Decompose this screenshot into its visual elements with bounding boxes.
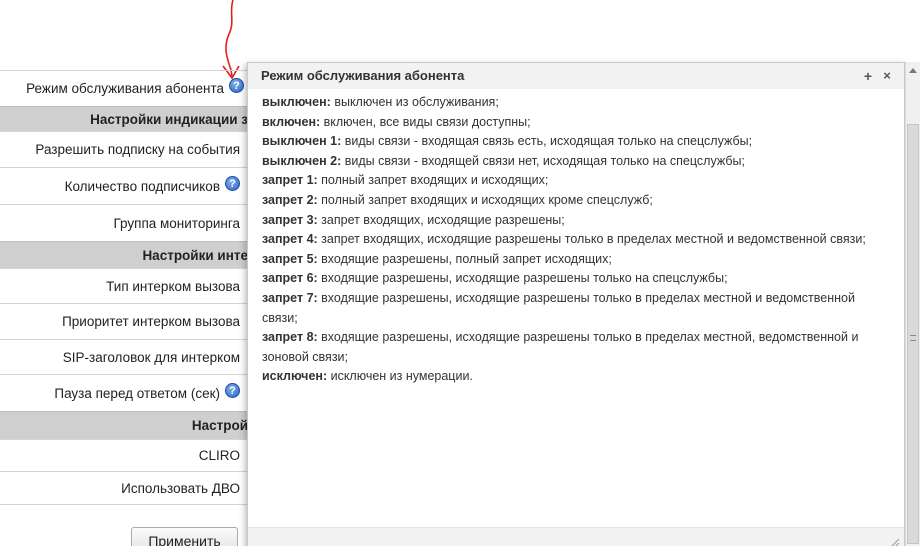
row-answer-pause: Пауза перед ответом (сек) ? [0,374,248,411]
entry-term: запрет 1: [262,173,318,188]
section-header-indication: Настройки индикации з [0,106,248,131]
help-entry: запрет 2: полный запрет входящих и исход… [262,191,892,211]
row-label: Пауза перед ответом (сек) [54,385,220,401]
entry-term: запрет 2: [262,192,318,207]
entry-term: запрет 5: [262,251,318,266]
help-icon[interactable]: ? [225,175,240,191]
scrollbar-grip-icon [910,335,916,341]
help-entry: выключен 1: виды связи - входящая связь … [262,132,892,152]
entry-text: выключен из обслуживания; [330,95,499,109]
entry-text: входящие разрешены, исходящие разрешены … [262,290,855,325]
entry-term: запрет 7: [262,290,318,305]
row-use-dvo: Использовать ДВО [0,471,248,505]
entry-text: полный запрет входящих и исходящих; [317,173,549,188]
row-label: CLIRO [198,448,240,463]
entry-term: включен: [262,114,321,129]
row-intercom-priority: Приоритет интерком вызова [0,303,248,339]
section-title: Настрой [191,418,248,433]
entry-text: запрет входящих, исходящие разрешены тол… [317,232,866,247]
row-label: Группа мониторинга [113,215,240,231]
entry-term: запрет 6: [262,271,318,286]
row-label: Приоритет интерком вызова [62,314,240,329]
entry-text: входящие разрешены, исходящие разрешены … [317,271,728,286]
entry-text: включен, все виды связи доступны; [320,114,531,129]
entry-text: полный запрет входящих и исходящих кроме… [317,192,653,207]
row-label: Количество подписчиков [64,178,220,194]
row-monitoring-group: Группа мониторинга [0,204,248,241]
entry-text: запрет входящих, исходящие разрешены; [317,212,565,227]
section-title: Настройки инте [142,247,248,263]
entry-term: выключен 2: [262,153,342,168]
entry-term: исключен: [262,369,328,384]
help-icon[interactable]: ? [229,78,244,93]
popup-body: выключен: выключен из обслуживания; вклю… [262,93,892,387]
section-header-settings: Настрой [0,411,248,439]
row-intercom-type: Тип интерком вызова [0,268,248,303]
help-icon[interactable]: ? [225,382,240,398]
entry-term: запрет 8: [262,330,318,345]
row-label: Тип интерком вызова [106,278,240,294]
help-entry: запрет 3: запрет входящих, исходящие раз… [262,211,892,231]
help-entry: исключен: исключен из нумерации. [262,367,892,387]
entry-text: виды связи - входящей связи нет, исходящ… [341,153,745,168]
help-entry: выключен: выключен из обслуживания; [262,93,892,113]
scrollbar-thumb[interactable] [907,124,919,544]
section-header-intercom: Настройки инте [0,241,248,268]
scroll-up-arrow-icon[interactable] [909,68,917,73]
row-intercom-sip-header: SIP-заголовок для интерком [0,339,248,374]
help-popup: Режим обслуживания абонента + × выключен… [247,62,905,546]
entry-text: входящие разрешены, исходящие разрешены … [262,330,859,364]
popup-footer [248,527,904,546]
help-entry: включен: включен, все виды связи доступн… [262,113,892,133]
close-button[interactable]: × [880,69,894,83]
entry-text: входящие разрешены, полный запрет исходя… [317,251,612,266]
row-subscriber-count: Количество подписчиков ? [0,167,248,204]
entry-term: запрет 3: [262,212,318,227]
entry-term: выключен: [262,95,331,109]
help-entry: запрет 8: входящие разрешены, исходящие … [262,328,892,367]
row-allow-subscription: Разрешить подписку на события [0,131,248,167]
entry-text: виды связи - входящая связь есть, исходя… [341,134,753,149]
row-cliro: CLIRO [0,439,248,471]
help-entry: запрет 1: полный запрет входящих и исход… [262,171,892,191]
help-entry: выключен 2: виды связи - входящей связи … [262,152,892,172]
section-title: Настройки индикации з [90,111,248,127]
row-label: Режим обслуживания абонента [26,81,224,96]
entry-term: запрет 4: [262,232,318,247]
entry-term: выключен 1: [262,134,342,149]
help-entry: запрет 6: входящие разрешены, исходящие … [262,269,892,289]
row-label: Разрешить подписку на события [35,142,240,157]
help-entry: запрет 5: входящие разрешены, полный зап… [262,250,892,270]
row-label: Использовать ДВО [121,480,240,496]
resize-grip-icon[interactable] [888,536,900,546]
popup-header[interactable]: Режим обслуживания абонента + × [248,63,904,89]
row-label: SIP-заголовок для интерком [62,349,240,365]
row-service-mode: Режим обслуживания абонента ? [0,70,248,106]
apply-button[interactable]: Применить [131,527,238,546]
help-entry: запрет 7: входящие разрешены, исходящие … [262,289,892,328]
maximize-button[interactable]: + [861,69,875,83]
entry-text: исключен из нумерации. [327,369,473,384]
help-entry: запрет 4: запрет входящих, исходящие раз… [262,230,892,250]
page-scrollbar[interactable] [905,62,920,546]
popup-title: Режим обслуживания абонента [261,68,465,83]
